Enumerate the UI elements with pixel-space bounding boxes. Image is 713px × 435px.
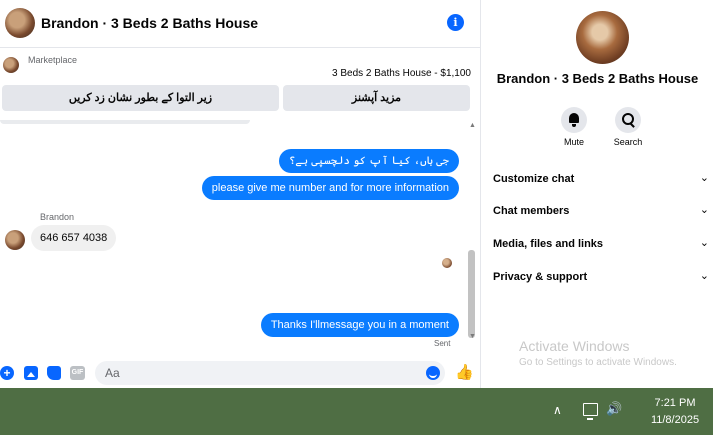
chevron-down-icon: ⌄	[699, 236, 709, 249]
avatar[interactable]	[5, 8, 35, 38]
read-receipt-avatar	[442, 258, 452, 268]
composer: + GIF 👍	[0, 359, 480, 387]
scrollbar[interactable]: ▲ ▼	[466, 122, 477, 342]
activate-windows-title: Activate Windows	[519, 338, 630, 354]
message-list: جی ہاں، کیا آپ کو دلچسپی ہے؟ please give…	[0, 120, 480, 356]
network-icon[interactable]	[583, 403, 598, 420]
plus-icon[interactable]: +	[0, 366, 14, 380]
more-options-button[interactable]: مزید آپشنز	[283, 85, 470, 111]
section-chat-members[interactable]: Chat members ⌄	[493, 202, 713, 222]
search-icon[interactable]	[615, 107, 641, 133]
info-icon[interactable]: i	[447, 14, 464, 31]
listing-title[interactable]: 3 Beds 2 Baths House - $1,100	[332, 68, 471, 79]
scroll-thumb[interactable]	[468, 250, 475, 338]
clock-time[interactable]: 7:21 PM	[640, 397, 710, 409]
taskbar: ∧ 🔊 7:21 PM 11/8/2025	[0, 388, 713, 435]
scroll-down-icon[interactable]: ▼	[469, 333, 476, 340]
sender-avatar[interactable]	[5, 230, 25, 250]
sender-name: Brandon	[40, 212, 75, 222]
profile-avatar[interactable]	[576, 11, 629, 64]
image-icon[interactable]	[24, 366, 38, 380]
chat-pane: Brandon · 3 Beds 2 Baths House i Marketp…	[0, 0, 480, 388]
sent-status: Sent	[434, 339, 451, 348]
search-button[interactable]: Search	[608, 107, 648, 147]
chevron-down-icon: ⌄	[699, 269, 709, 282]
chat-header: Brandon · 3 Beds 2 Baths House i	[0, 0, 480, 48]
message-bubble-in[interactable]: 646 657 4038	[31, 225, 117, 251]
message-bubble-out[interactable]: Thanks I'llmessage you in a moment	[260, 313, 459, 337]
scroll-up-icon[interactable]: ▲	[469, 122, 476, 129]
gif-icon[interactable]: GIF	[70, 366, 85, 380]
like-icon[interactable]: 👍	[455, 364, 474, 381]
chevron-down-icon: ⌄	[699, 171, 709, 184]
chevron-down-icon: ⌄	[699, 203, 709, 216]
mute-button[interactable]: Mute	[554, 107, 594, 147]
activate-windows-subtitle: Go to Settings to activate Windows.	[519, 357, 677, 368]
message-bubble-out[interactable]: please give me number and for more infor…	[201, 176, 459, 200]
section-privacy-support[interactable]: Privacy & support ⌄	[493, 268, 713, 288]
section-label: Chat members	[493, 205, 570, 217]
section-label: Media, files and links	[493, 238, 604, 250]
conversation-details: Brandon · 3 Beds 2 Baths House Mute Sear…	[480, 0, 713, 388]
section-label: Privacy & support	[493, 271, 588, 283]
search-label: Search	[613, 137, 643, 147]
volume-icon[interactable]: 🔊	[606, 401, 622, 417]
clock-date[interactable]: 11/8/2025	[640, 414, 710, 426]
messenger-window: Brandon · 3 Beds 2 Baths House i Marketp…	[0, 0, 713, 435]
mark-pending-button[interactable]: زیر التوا کے بطور نشان زد کریں	[2, 85, 279, 111]
listing-thumbnail	[3, 57, 19, 73]
section-media-files-links[interactable]: Media, files and links ⌄	[493, 235, 713, 255]
message-input[interactable]	[95, 361, 445, 385]
mute-label: Mute	[563, 137, 584, 147]
section-customize-chat[interactable]: Customize chat ⌄	[493, 170, 713, 190]
bell-icon[interactable]	[561, 107, 587, 133]
conversation-title[interactable]: Brandon · 3 Beds 2 Baths House	[41, 15, 258, 31]
emoji-icon[interactable]	[426, 366, 440, 380]
sticker-icon[interactable]	[47, 366, 61, 380]
section-label: Customize chat	[493, 173, 575, 185]
previous-message-edge	[0, 120, 250, 124]
profile-name: Brandon · 3 Beds 2 Baths House	[496, 71, 699, 86]
marketplace-label: Marketplace	[28, 55, 78, 65]
chevron-up-icon[interactable]: ∧	[553, 403, 562, 417]
message-bubble-out[interactable]: جی ہاں، کیا آپ کو دلچسپی ہے؟	[278, 149, 459, 173]
